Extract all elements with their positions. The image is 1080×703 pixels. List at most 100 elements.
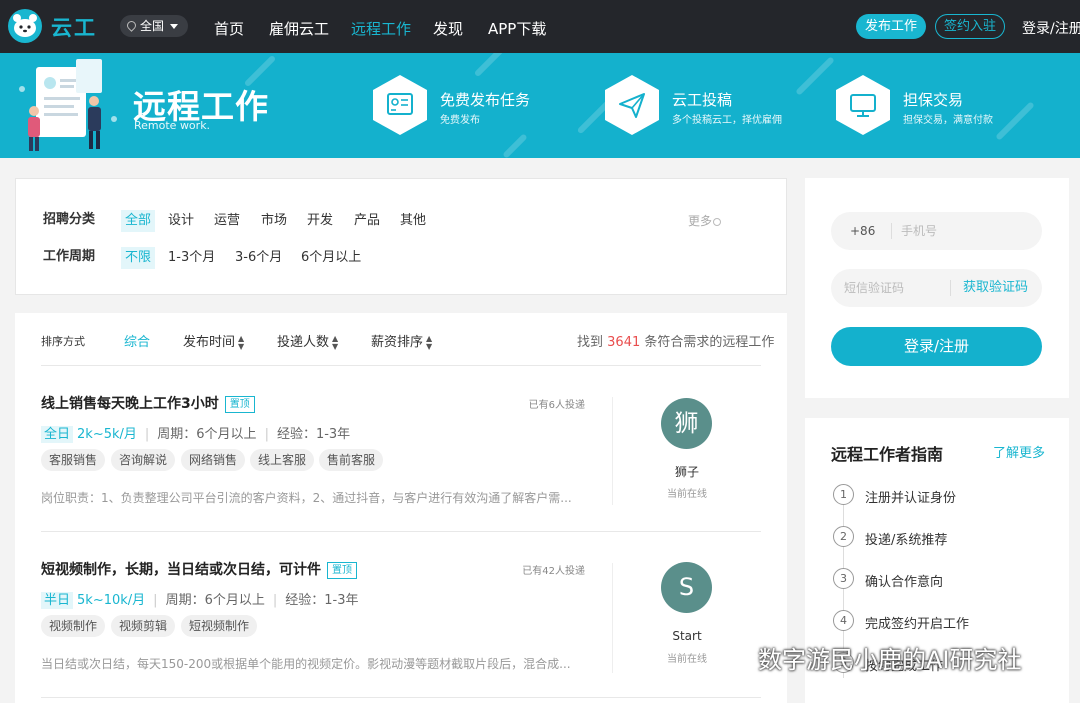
job-period: 周期：6个月以上 bbox=[165, 593, 265, 608]
step-number: 4 bbox=[833, 610, 854, 631]
divider bbox=[41, 365, 761, 366]
divider bbox=[41, 531, 761, 532]
sort-label: 排序方式 bbox=[41, 335, 85, 348]
online-status: 当前在线 bbox=[667, 489, 707, 500]
city-selector[interactable]: 全国 bbox=[120, 15, 189, 37]
sort-salary[interactable]: 薪资排序 ▲ ▼ bbox=[371, 331, 432, 351]
login-card: +86 手机号 短信验证码 获取验证码 登录/注册 bbox=[805, 178, 1069, 398]
step-number: 2 bbox=[833, 526, 854, 547]
decor-streak bbox=[795, 56, 835, 96]
job-salary: 2k~5k/月 bbox=[77, 427, 137, 442]
decor-streak bbox=[502, 133, 528, 158]
category-label: 招聘分类 bbox=[43, 212, 96, 227]
feature-title: 担保交易 bbox=[903, 91, 964, 109]
category-all[interactable]: 全部 bbox=[121, 210, 156, 232]
divider bbox=[612, 397, 613, 505]
skill-tag: 短视频制作 bbox=[181, 615, 258, 637]
sort-arrows-icon: ▲ ▼ bbox=[332, 333, 339, 351]
sort-option-label: 投递人数 bbox=[277, 335, 330, 350]
decor-streak bbox=[995, 101, 1035, 141]
step-number: 1 bbox=[833, 484, 854, 505]
paper-plane-icon bbox=[605, 75, 659, 135]
logo-icon[interactable] bbox=[8, 9, 42, 43]
sort-overall[interactable]: 综合 bbox=[124, 331, 150, 350]
job-description: 岗位职责：1、负责整理公司平台引流的客户资料，2、通过抖音，与客户进行有效沟通了… bbox=[41, 491, 572, 505]
get-code-button[interactable]: 获取验证码 bbox=[963, 269, 1028, 307]
divider bbox=[891, 223, 892, 239]
divider bbox=[612, 563, 613, 673]
nav-link-hire[interactable]: 雇佣云工 bbox=[269, 18, 329, 39]
sort-publish-time[interactable]: 发布时间 ▲ ▼ bbox=[183, 331, 244, 351]
pinned-badge: 置顶 bbox=[327, 561, 357, 579]
step-number: 3 bbox=[833, 568, 854, 589]
category-marketing[interactable]: 市场 bbox=[261, 210, 287, 232]
feature-title: 免费发布任务 bbox=[440, 91, 531, 109]
expand-icon bbox=[713, 217, 722, 226]
feature-subtitle: 多个投稿云工，择优雇佣 bbox=[672, 115, 782, 126]
result-count: 找到 3641 条符合需求的远程工作 bbox=[577, 331, 774, 350]
category-product[interactable]: 产品 bbox=[354, 210, 380, 232]
sort-arrows-icon: ▲ ▼ bbox=[426, 333, 433, 351]
divider bbox=[41, 697, 761, 698]
feature-subtitle: 免费发布 bbox=[440, 115, 480, 126]
employer-name[interactable]: Start bbox=[637, 629, 737, 643]
skill-tag: 售前客服 bbox=[319, 449, 384, 471]
sort-applicants[interactable]: 投递人数 ▲ ▼ bbox=[277, 331, 338, 351]
wechat-icon bbox=[725, 645, 753, 667]
nav-login-link[interactable]: 登录/注册 bbox=[1022, 18, 1080, 38]
nav-link-app-download[interactable]: APP下载 bbox=[488, 18, 546, 39]
category-other[interactable]: 其他 bbox=[400, 210, 426, 232]
filter-panel: 招聘分类 全部 设计 运营 市场 开发 产品 其他 更多 工作周期 不限 1-3… bbox=[15, 178, 787, 295]
period-any[interactable]: 不限 bbox=[121, 247, 156, 269]
skill-tag: 视频剪辑 bbox=[111, 615, 176, 637]
job-title-link[interactable]: 线上销售每天晚上工作3小时 置顶 bbox=[41, 393, 255, 413]
job-salary: 5k~10k/月 bbox=[77, 593, 146, 608]
skill-tag: 线上客服 bbox=[250, 449, 315, 471]
job-type-badge: 全日 bbox=[41, 426, 74, 443]
feature-title: 云工投稿 bbox=[672, 91, 733, 109]
period-1-3[interactable]: 1-3个月 bbox=[168, 247, 215, 269]
period-6-plus[interactable]: 6个月以上 bbox=[301, 247, 361, 269]
period-3-6[interactable]: 3-6个月 bbox=[235, 247, 282, 269]
avatar[interactable]: 狮 bbox=[661, 398, 712, 449]
job-period: 周期：6个月以上 bbox=[157, 427, 257, 442]
city-label: 全国 bbox=[140, 19, 165, 33]
category-design[interactable]: 设计 bbox=[168, 210, 194, 232]
logo-text[interactable]: 云工 bbox=[51, 12, 97, 42]
monitor-icon bbox=[836, 75, 890, 135]
feature-subtitle: 担保交易，满意付款 bbox=[903, 115, 993, 126]
skill-tag: 咨询解说 bbox=[111, 449, 176, 471]
job-experience: 经验：1-3年 bbox=[285, 593, 359, 608]
sms-code-field[interactable]: 短信验证码 获取验证码 bbox=[831, 269, 1042, 307]
job-title: 线上销售每天晚上工作3小时 bbox=[41, 396, 219, 412]
post-job-button[interactable]: 发布工作 bbox=[856, 14, 926, 39]
nav-link-remote-work[interactable]: 远程工作 bbox=[351, 18, 411, 39]
category-operations[interactable]: 运营 bbox=[214, 210, 240, 232]
job-experience: 经验：1-3年 bbox=[276, 427, 351, 442]
applicant-count: 已有6人投递 bbox=[528, 400, 585, 411]
avatar[interactable]: S bbox=[661, 562, 712, 613]
category-development[interactable]: 开发 bbox=[307, 210, 333, 232]
banner: 远程工作 Remote work. 免费发布任务 免费发布 云工投稿 多个投稿云… bbox=[0, 53, 1080, 158]
sort-arrows-icon: ▲ ▼ bbox=[238, 333, 245, 351]
learn-more-link[interactable]: 了解更多 bbox=[993, 442, 1045, 461]
employer-name[interactable]: 狮子 bbox=[637, 463, 737, 480]
more-filters-link[interactable]: 更多 bbox=[688, 212, 722, 229]
watermark-text: 数字游民小鹿的AI研究社 bbox=[758, 646, 1022, 674]
phone-field[interactable]: +86 手机号 bbox=[831, 212, 1042, 250]
divider bbox=[950, 280, 951, 296]
join-button[interactable]: 签约入驻 bbox=[935, 14, 1005, 39]
found-suffix: 条符合需求的远程工作 bbox=[644, 335, 775, 350]
remote-work-illustration bbox=[19, 59, 117, 151]
skill-tag: 客服销售 bbox=[41, 449, 106, 471]
nav-link-discover[interactable]: 发现 bbox=[433, 18, 463, 39]
step-text: 投递/系统推荐 bbox=[865, 533, 948, 548]
job-meta: 半日 5k~10k/月 | 周期：6个月以上 | 经验：1-3年 bbox=[41, 589, 359, 609]
step-text: 完成签约开启工作 bbox=[865, 617, 970, 632]
country-code[interactable]: +86 bbox=[850, 212, 875, 250]
job-title-link[interactable]: 短视频制作，长期，当日结或次日结，可计件 置顶 bbox=[41, 559, 357, 579]
banner-subtitle: Remote work. bbox=[134, 119, 211, 132]
nav-link-home[interactable]: 首页 bbox=[214, 18, 244, 39]
login-submit-button[interactable]: 登录/注册 bbox=[831, 327, 1042, 366]
skill-tag: 网络销售 bbox=[181, 449, 246, 471]
